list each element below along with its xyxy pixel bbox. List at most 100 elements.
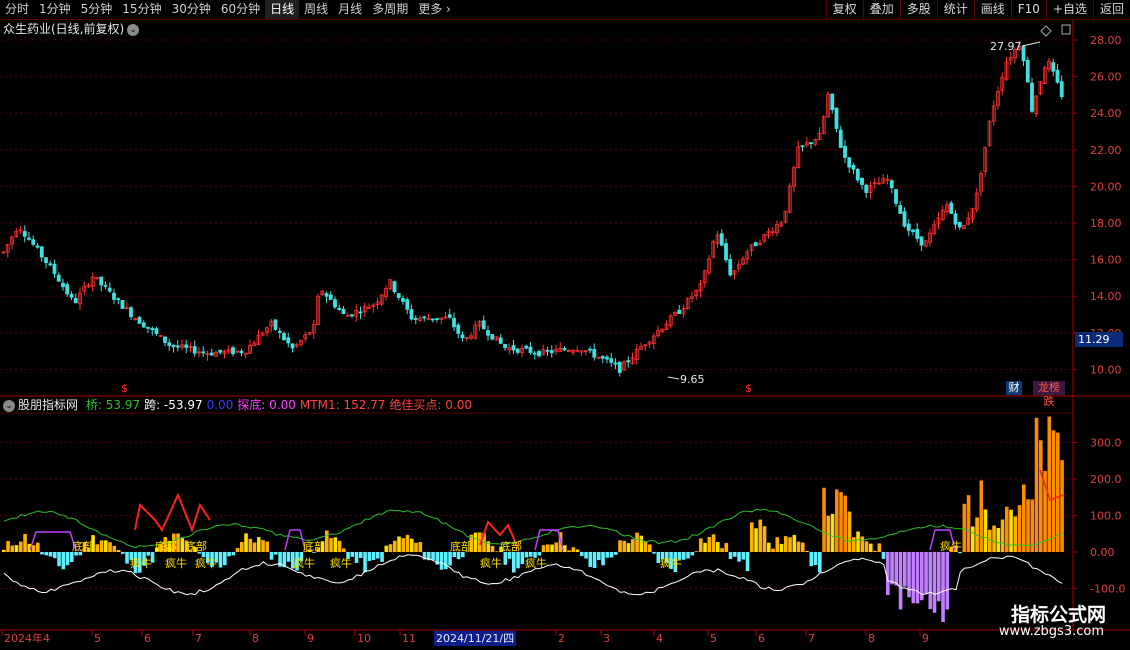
candle-body — [481, 320, 486, 330]
indicator-tick-label: -100.0 — [1090, 583, 1125, 596]
candle-body — [175, 345, 180, 348]
indicator-bar — [223, 552, 227, 566]
indicator-bar — [643, 541, 648, 552]
candle-body — [617, 361, 622, 373]
candle-body — [511, 345, 516, 351]
candle-body — [456, 324, 461, 334]
candle-body — [99, 276, 104, 286]
indicator-bar — [877, 543, 882, 552]
candle-body — [129, 307, 133, 318]
indicator-bar — [771, 548, 775, 552]
candle-body — [889, 180, 894, 189]
indicator-bar — [928, 552, 933, 610]
indicator-bar — [597, 552, 601, 561]
chevron-down-icon[interactable]: ⌄ — [3, 399, 15, 412]
candle-body — [1025, 59, 1030, 83]
candle-body — [324, 293, 329, 297]
indicator-bar — [473, 532, 478, 552]
candle-body — [192, 346, 197, 354]
indicator-bar — [971, 526, 975, 552]
candle-body — [847, 157, 852, 168]
kline-chart[interactable]: 28.0026.0024.0022.0020.0018.0016.0014.00… — [0, 0, 1130, 650]
candle-body — [592, 348, 597, 358]
candle-body — [31, 239, 36, 245]
indicator-bar — [48, 552, 53, 557]
time-tick-label: 2024年4 — [4, 631, 50, 645]
signal-label: 疯牛 — [480, 556, 502, 570]
time-tick-label: 7 — [195, 632, 202, 645]
indicator-bar — [376, 552, 380, 559]
time-tick-label: 9 — [307, 632, 314, 645]
candle-body — [141, 322, 146, 328]
indicator-bar — [329, 538, 333, 552]
finance-badge[interactable]: 财 — [1006, 381, 1022, 395]
indicator-bar — [112, 545, 117, 552]
cursor-date-label: 2024/11/21/四 — [434, 631, 517, 646]
indicator-bar — [244, 533, 248, 552]
indicator-name[interactable]: 股朋指标网 — [18, 398, 78, 412]
candle-body — [834, 107, 839, 129]
indicator-bar — [724, 542, 729, 552]
indicator-tick-label: 100.0 — [1090, 510, 1122, 523]
price-tick-label: 10.00 — [1090, 363, 1122, 376]
candle-body — [116, 298, 121, 301]
candle-body — [52, 263, 57, 274]
indicator-bar — [431, 552, 435, 561]
indicator-bar — [1030, 499, 1035, 552]
indicator-bar — [359, 552, 363, 558]
candle-body — [73, 298, 78, 304]
indicator-bar — [104, 540, 108, 552]
indicator-bar — [852, 537, 856, 552]
indicator-bar — [444, 552, 448, 570]
indicator-bar — [962, 503, 967, 552]
candle-body — [171, 344, 176, 348]
indicator-bar — [635, 532, 639, 552]
high-price-label: 27.97 — [990, 40, 1022, 53]
indicator-bar — [384, 545, 389, 552]
indicator-bar — [614, 552, 618, 555]
candle-body — [949, 202, 954, 214]
candle-body — [953, 213, 958, 225]
candle-body — [830, 93, 835, 110]
dragon-list-badge[interactable]: 龙榜跌 — [1033, 381, 1065, 408]
legend-item-3: 探底: 0.00 — [237, 398, 296, 412]
signal-label: 底部 — [72, 539, 94, 553]
time-tick-label: 4 — [656, 632, 663, 645]
indicator-bar — [703, 542, 707, 552]
candle-body — [605, 356, 609, 360]
candle-body — [401, 298, 405, 302]
legend-item-1: 跨: -53.97 — [144, 398, 203, 412]
indicator-bar — [19, 541, 23, 552]
candle-body — [613, 362, 618, 365]
candle-body — [430, 318, 435, 321]
candle-body — [915, 228, 920, 239]
candle-body — [405, 299, 410, 310]
time-tick-label: 5 — [710, 632, 717, 645]
indicator-bar — [809, 552, 814, 567]
candle-body — [447, 314, 452, 318]
indicator-bar — [537, 552, 542, 556]
candle-body — [337, 307, 342, 310]
indicator-bar — [116, 550, 121, 552]
candle-body — [69, 293, 74, 298]
candle-body — [333, 299, 337, 308]
price-tick-label: 26.00 — [1090, 71, 1122, 84]
indicator-bar — [592, 552, 597, 569]
candle-body — [919, 236, 924, 246]
candle-body — [277, 330, 282, 333]
signal-label: 疯牛 — [195, 556, 217, 570]
candle-body — [677, 309, 682, 314]
candle-body — [452, 317, 456, 328]
price-tick-label: 20.00 — [1090, 180, 1122, 193]
candle-body — [549, 350, 554, 354]
indicator-bar — [716, 541, 720, 552]
indicator-bar — [1000, 519, 1005, 552]
indicator-bar — [932, 552, 937, 613]
candle-body — [341, 308, 346, 314]
indicator-bar — [23, 533, 27, 552]
dividend-icon: $ — [121, 382, 128, 395]
price-tick-label: 28.00 — [1090, 34, 1122, 47]
indicator-bar — [507, 552, 512, 559]
indicator-bar — [571, 547, 576, 552]
indicator-bar — [869, 543, 873, 552]
